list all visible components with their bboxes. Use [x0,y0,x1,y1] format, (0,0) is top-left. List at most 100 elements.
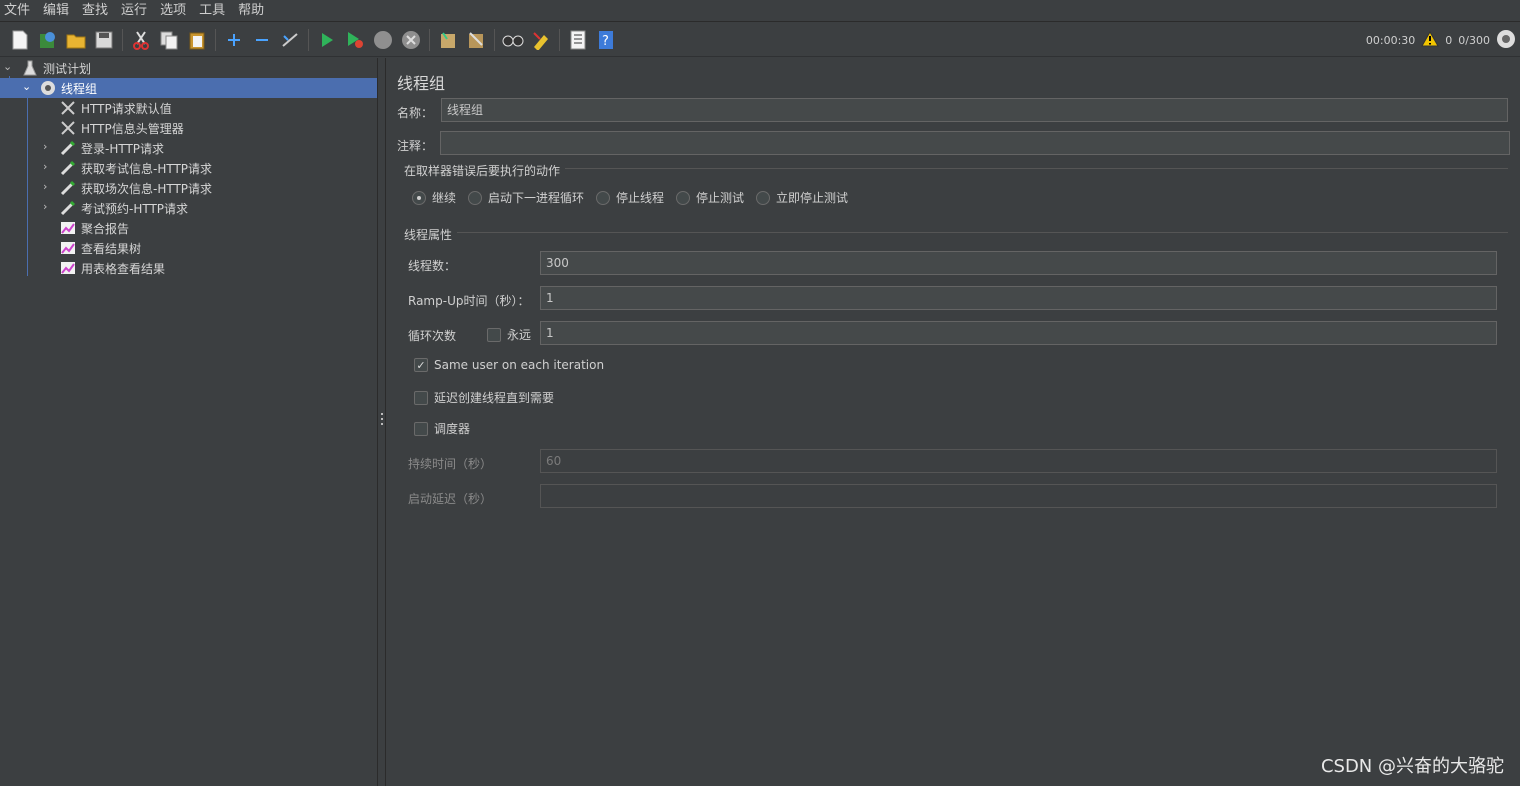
page-title: 线程组 [397,74,446,93]
checkbox-box[interactable] [487,327,501,342]
wrench-icon [60,120,76,136]
svg-text:?: ? [602,34,609,49]
radio-stop-test-now[interactable]: 立即停止测试 [756,189,848,206]
expand-icon[interactable] [223,29,245,51]
threads-label: 线程数： [408,259,457,273]
save-icon[interactable] [93,29,115,51]
start-no-pause-icon[interactable] [344,29,366,51]
comment-field[interactable] [440,131,1510,155]
search-icon[interactable] [502,29,524,51]
startup-delay-label: 启动延迟（秒） [408,492,493,506]
menu-bar: 文件 编辑 查找 运行 选项 工具 帮助 [0,0,1520,22]
radio-label: 停止测试 [696,191,745,205]
section-divider [457,232,1508,233]
radio-label: 立即停止测试 [776,191,849,205]
tree-node-http-defaults[interactable]: HTTP请求默认值 [60,98,172,118]
error-count: 0 [1445,34,1453,47]
chevron-right-icon[interactable]: › [43,141,53,152]
radio-start-next-loop[interactable]: 启动下一进程循环 [468,189,584,206]
radio-circle[interactable] [756,190,770,205]
checkmark-icon[interactable]: ✓ [414,358,428,372]
tree-node-results-tree[interactable]: 查看结果树 [60,238,141,258]
tree-node-exam-info-request[interactable]: 获取考试信息-HTTP请求 [60,158,212,178]
tree-guide-line [27,96,28,276]
shutdown-icon[interactable] [400,29,422,51]
clear-icon[interactable] [437,29,459,51]
duration-field[interactable]: 60 [540,449,1497,473]
radio-circle[interactable] [412,190,426,205]
rampup-field[interactable]: 1 [540,286,1497,310]
menu-options[interactable]: 选项 [160,0,186,22]
open-icon[interactable] [65,29,87,51]
cut-icon[interactable] [130,29,152,51]
warning-icon[interactable] [1421,30,1440,50]
splitter-grip-icon[interactable] [381,413,383,427]
menu-help[interactable]: 帮助 [238,0,264,22]
checkbox-box[interactable] [414,390,428,405]
templates-icon[interactable] [37,29,59,51]
threads-field[interactable]: 300 [540,251,1497,275]
clear-all-icon[interactable] [465,29,487,51]
menu-edit[interactable]: 编辑 [43,0,69,22]
radio-stop-thread[interactable]: 停止线程 [596,189,664,206]
loop-count-field[interactable]: 1 [540,321,1497,345]
function-helper-icon[interactable] [567,29,589,51]
tree-node-login-request[interactable]: 登录-HTTP请求 [60,138,164,158]
pipette-icon [60,140,76,156]
tree-node-label: 用表格查看结果 [81,261,166,276]
toolbar-separator [559,28,560,51]
menu-tools[interactable]: 工具 [199,0,225,22]
tree-node-exam-booking-request[interactable]: 考试预约-HTTP请求 [60,198,188,218]
delay-thread-creation-checkbox[interactable]: 延迟创建线程直到需要 [414,389,554,406]
radio-circle[interactable] [596,190,610,205]
tree-node-aggregate-report[interactable]: 聚合报告 [60,218,129,238]
panel-splitter[interactable] [378,58,386,786]
toolbar-separator [429,28,430,51]
chevron-right-icon[interactable]: › [43,201,53,212]
radio-circle[interactable] [676,190,690,205]
tree-node-thread-group[interactable]: 线程组 [40,78,97,98]
menu-file[interactable]: 文件 [4,0,30,22]
name-field[interactable]: 线程组 [441,98,1508,122]
tree-node-session-info-request[interactable]: 获取场次信息-HTTP请求 [60,178,212,198]
tree-node-label: 聚合报告 [81,221,130,236]
tree-node-label: 线程组 [61,81,98,96]
toolbar-separator [308,28,309,51]
collapse-icon[interactable] [251,29,273,51]
chevron-down-icon[interactable]: ⌄ [22,81,32,92]
start-icon[interactable] [316,29,338,51]
reset-search-icon[interactable] [530,29,552,51]
checkbox-box[interactable] [414,421,428,436]
paste-icon[interactable] [186,29,208,51]
tree-node-table-results[interactable]: 用表格查看结果 [60,258,165,278]
tree-node-label: 查看结果树 [81,241,142,256]
help-icon[interactable]: ? [595,29,617,51]
chevron-right-icon[interactable]: › [43,181,53,192]
new-icon[interactable] [9,29,31,51]
chart-icon [60,260,76,276]
loop-label: 循环次数 [408,329,457,343]
pipette-icon [60,160,76,176]
radio-label: 继续 [432,191,457,205]
duration-label: 持续时间（秒） [408,457,493,471]
chevron-right-icon[interactable]: › [43,161,53,172]
radio-stop-test[interactable]: 停止测试 [676,189,744,206]
menu-run[interactable]: 运行 [121,0,147,22]
copy-icon[interactable] [158,29,180,51]
radio-continue[interactable]: 继续 [412,189,456,206]
stop-icon[interactable] [372,29,394,51]
chevron-down-icon[interactable]: ⌄ [3,61,13,72]
rampup-label: Ramp-Up时间（秒）： [408,294,530,308]
toggle-icon[interactable] [279,29,301,51]
startup-delay-field[interactable] [540,484,1497,508]
radio-circle[interactable] [468,190,482,205]
tree-node-header-manager[interactable]: HTTP信息头管理器 [60,118,184,138]
scheduler-checkbox[interactable]: 调度器 [414,420,470,437]
tree-node-label: 测试计划 [43,61,92,76]
menu-search[interactable]: 查找 [82,0,108,22]
forever-checkbox[interactable]: 永远 [487,326,531,343]
tree-node-test-plan[interactable]: 测试计划 [22,58,91,78]
checkbox-label: Same user on each iteration [434,358,605,372]
same-user-checkbox[interactable]: ✓ Same user on each iteration [414,358,604,372]
watermark: CSDN @兴奋的大骆驼 [1320,756,1504,777]
